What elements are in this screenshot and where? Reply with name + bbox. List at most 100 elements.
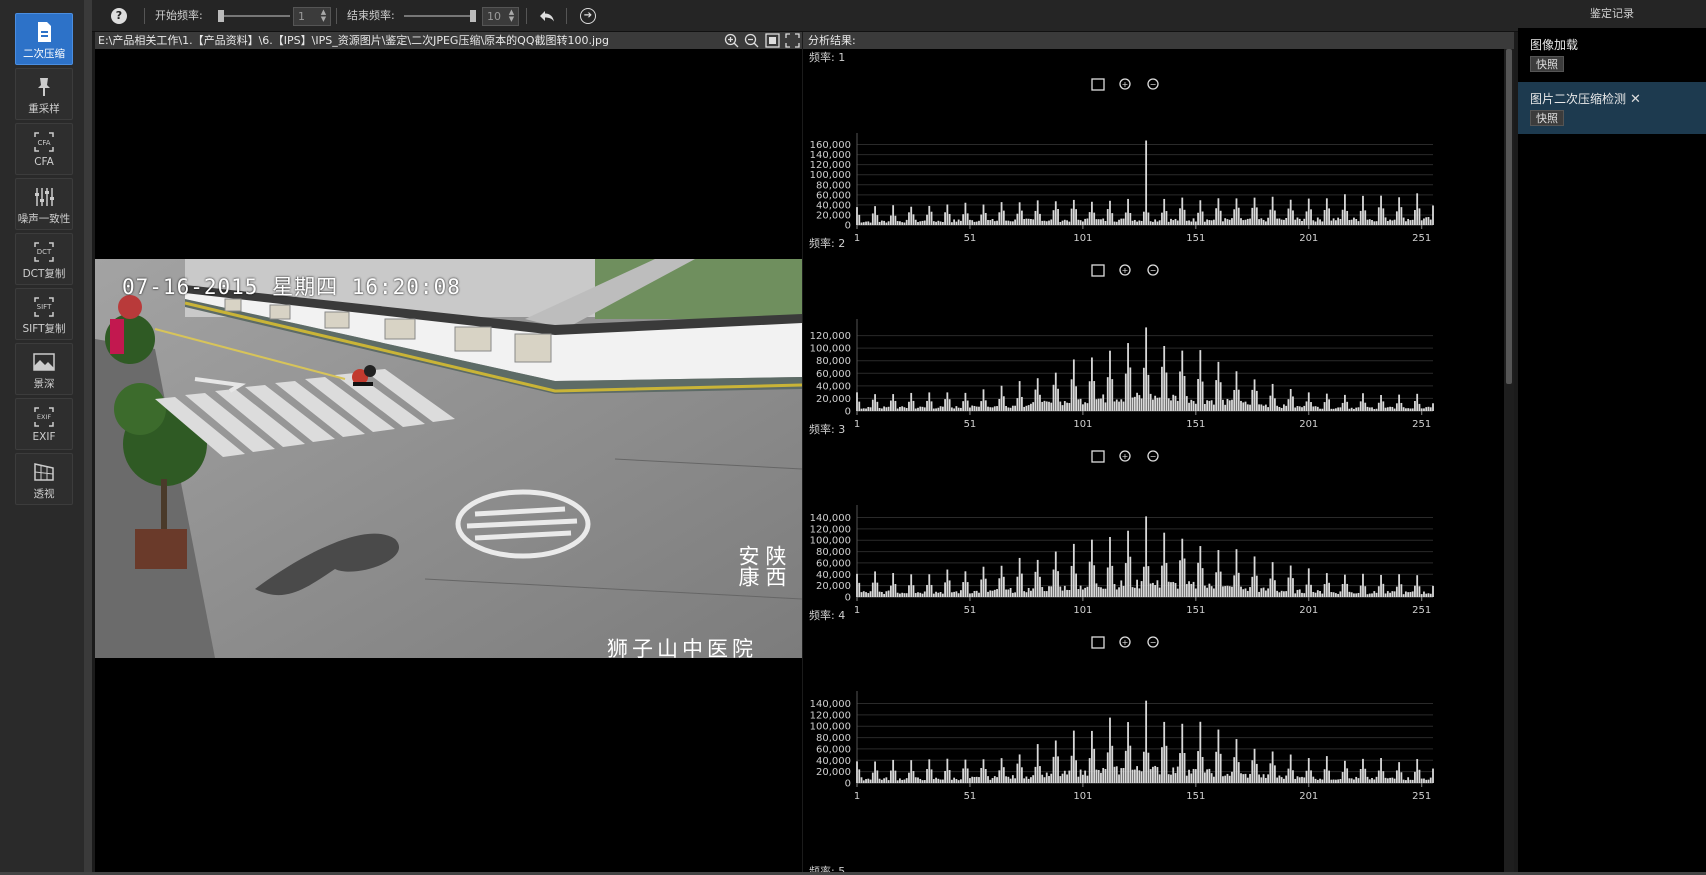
tool-double-compression[interactable]: 二次压缩 (15, 13, 73, 65)
histogram-bar (1398, 394, 1401, 411)
histogram-bar (1165, 562, 1168, 597)
histogram-bar (1016, 398, 1019, 411)
histogram-bar (1212, 588, 1215, 597)
histogram-bar (869, 407, 872, 411)
start-freq-slider[interactable] (218, 15, 290, 17)
histogram-bar (1334, 779, 1337, 783)
x-tick-label: 251 (1412, 605, 1431, 616)
histogram-bar (1109, 350, 1111, 411)
histogram-bar (982, 389, 985, 411)
histogram-bar (1061, 405, 1064, 411)
spinner-arrows-icon[interactable]: ▲ ▼ (319, 9, 328, 24)
histogram-bar (1070, 565, 1073, 597)
histogram-bar (1140, 581, 1143, 597)
surveillance-photo[interactable]: 07-16-2015 星期四 16:20:08 陕西 安康 白河 狮子山中医院 (95, 259, 802, 658)
tool-sift-copy[interactable]: SIFT SIFT复制 (15, 288, 73, 340)
zoom-in-icon[interactable] (724, 33, 739, 48)
histogram-bar (1014, 405, 1017, 411)
scrollbar-thumb[interactable] (1506, 49, 1512, 384)
image-panel: E:\产品相关工作\1.【产品资料】\6.【IPS】\IPS_资源图片\鉴定\二… (95, 32, 802, 872)
tool-cfa[interactable]: CFA CFA (15, 123, 73, 175)
histogram-bar (1142, 211, 1145, 225)
histogram-bar (1183, 375, 1186, 411)
histogram-bar (1273, 765, 1276, 783)
snapshot-button[interactable]: 快照 (1530, 56, 1564, 72)
start-freq-slider-thumb[interactable] (218, 10, 224, 22)
histogram-bar (1418, 403, 1421, 411)
histogram-bar (894, 584, 897, 597)
undo-icon[interactable] (539, 8, 556, 24)
run-arrow-icon[interactable]: ➔ (580, 8, 596, 24)
close-icon[interactable]: ✕ (1630, 92, 1641, 107)
histogram-bar (1393, 219, 1396, 225)
noise-icon (35, 188, 54, 206)
x-tick-label: 151 (1186, 233, 1205, 244)
actual-size-icon[interactable] (785, 33, 800, 48)
histogram-bar (1088, 381, 1091, 411)
start-freq-spinbox[interactable]: 1 ▲ ▼ (293, 7, 331, 26)
record-item-double-compression[interactable]: 图片二次压缩检测 ✕ 快照 (1518, 82, 1706, 134)
histogram-bar (996, 406, 998, 411)
chart-restore-icon[interactable] (1091, 78, 1105, 91)
histogram-bar (978, 406, 980, 411)
histogram-bar (941, 779, 944, 783)
histogram-bar (1176, 766, 1179, 783)
tool-dct-copy[interactable]: DCT DCT复制 (15, 233, 73, 285)
histogram-bar (1147, 566, 1150, 597)
chart-restore-icon[interactable] (1091, 636, 1105, 649)
chart-restore-icon[interactable] (1091, 264, 1105, 277)
histogram-bar (1025, 592, 1028, 597)
histogram-bar (948, 770, 951, 783)
histogram-bar (1416, 575, 1419, 597)
histogram-bar (1339, 218, 1342, 225)
histogram-bar (960, 220, 962, 225)
histogram-bar (1359, 210, 1362, 225)
histogram-bar (1393, 408, 1396, 411)
histogram-bar (1011, 592, 1014, 597)
y-tick-label: 100,000 (810, 536, 851, 547)
histogram-bar (1208, 400, 1211, 411)
histogram-bar (1016, 213, 1019, 225)
histogram-bar (1203, 221, 1206, 225)
tool-noise-consistency[interactable]: 噪声一致性 (15, 178, 73, 230)
tool-resample[interactable]: 重采样 (15, 68, 73, 120)
histogram-bar (1427, 779, 1430, 783)
histogram-bar (962, 582, 965, 597)
histogram-bar (1339, 591, 1342, 597)
histogram-bar (1095, 583, 1098, 597)
end-freq-spinbox[interactable]: 10 ▲ ▼ (482, 7, 519, 26)
record-item-image-load[interactable]: 图像加载 快照 (1518, 28, 1706, 80)
tool-exif[interactable]: EXIF EXIF (15, 398, 73, 450)
help-icon[interactable]: ? (111, 8, 127, 24)
chart-restore-icon[interactable] (1091, 450, 1105, 463)
fit-window-icon[interactable] (764, 33, 780, 48)
histogram-bar (921, 406, 924, 411)
spinner-arrows-icon[interactable]: ▲ ▼ (507, 9, 516, 24)
histogram-bar (1323, 769, 1326, 783)
histogram-bar (1093, 381, 1096, 411)
tool-depth-of-field[interactable]: 景深 (15, 343, 73, 395)
zoom-out-icon[interactable] (744, 33, 759, 48)
histogram-bar (1005, 220, 1007, 225)
histogram-bar (1052, 384, 1055, 411)
end-freq-slider[interactable] (404, 15, 476, 17)
histogram-bar (1072, 543, 1075, 597)
histogram-bar (1228, 219, 1231, 225)
histogram-bar (1287, 768, 1290, 783)
histogram-bar (957, 780, 960, 783)
end-freq-slider-thumb[interactable] (470, 10, 476, 22)
analysis-scrollbar[interactable] (1504, 49, 1514, 872)
snapshot-button[interactable]: 快照 (1530, 110, 1564, 126)
tool-perspective[interactable]: 透视 (15, 453, 73, 505)
chart-title: 频率: 1 (809, 50, 845, 64)
histogram-bar (1023, 591, 1026, 597)
histogram-bar (1102, 588, 1105, 597)
histogram-bar (883, 220, 886, 225)
x-tick-label: 151 (1186, 605, 1205, 616)
histogram-bar (1138, 220, 1141, 225)
histogram-bar (894, 400, 897, 411)
sidebar-splitter[interactable] (84, 0, 92, 875)
histogram-bar (1122, 401, 1125, 411)
y-tick-label: 40,000 (816, 570, 851, 581)
histogram-bar (962, 401, 965, 411)
